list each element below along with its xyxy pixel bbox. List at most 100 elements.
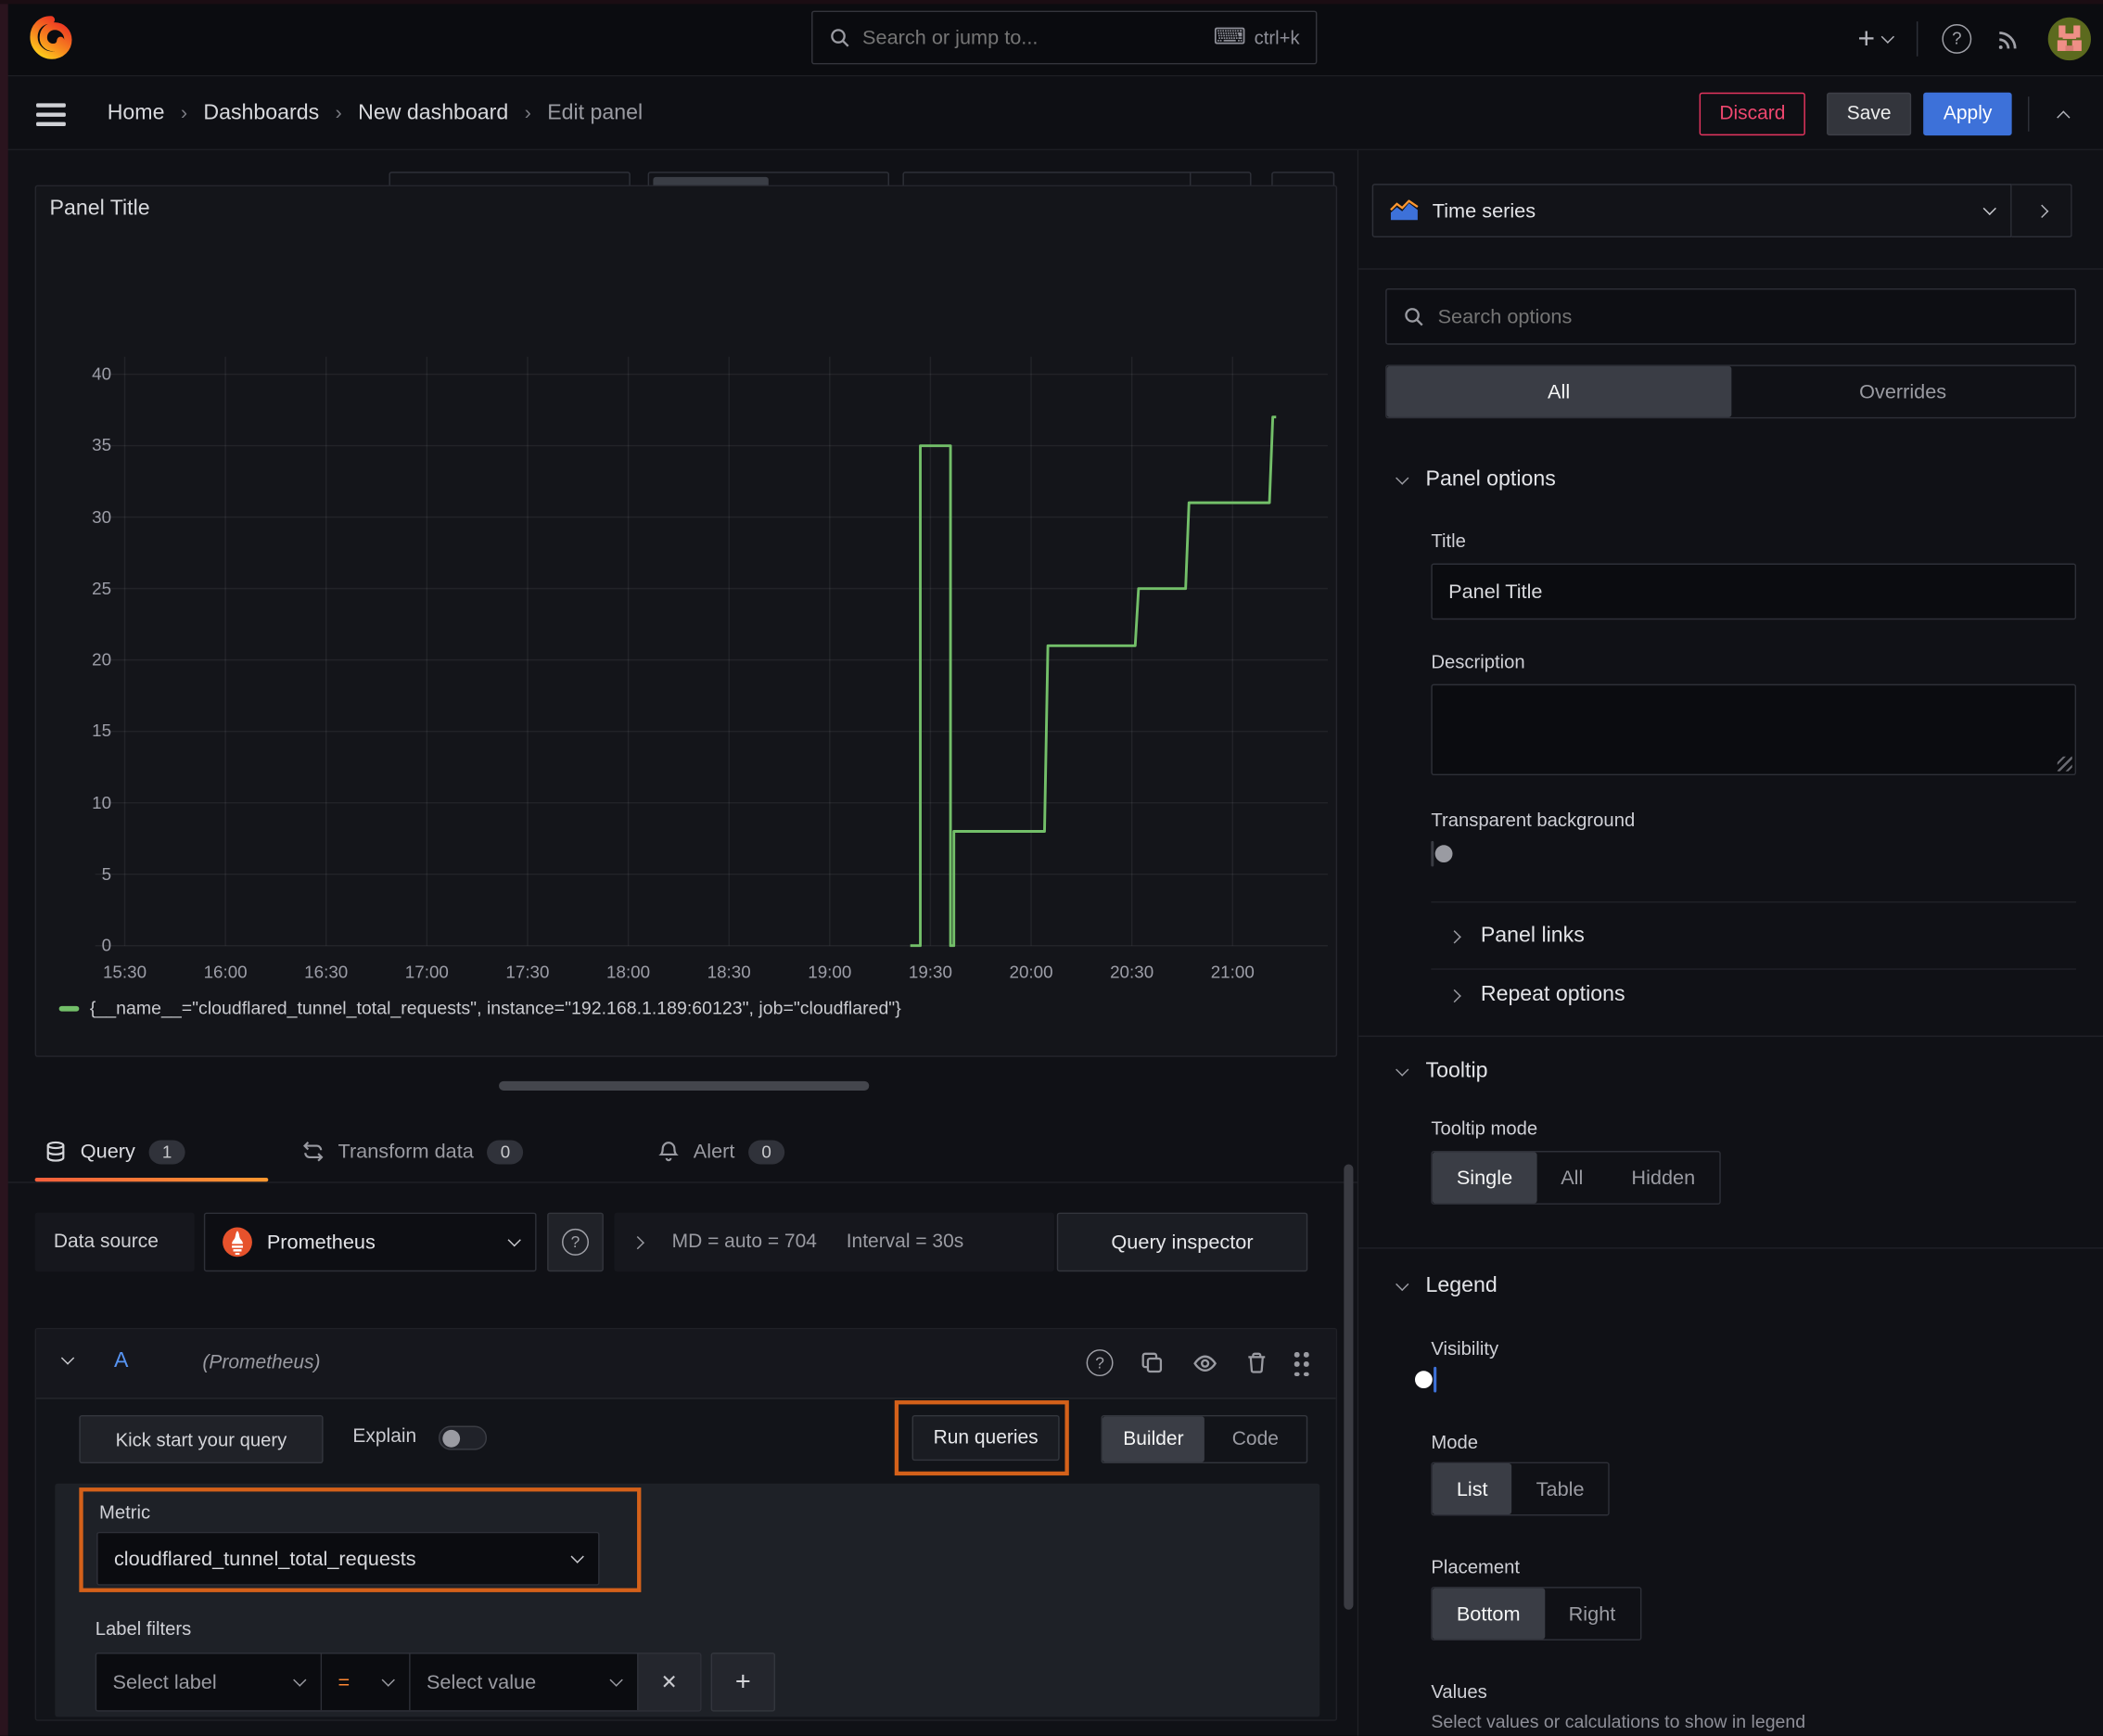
explain-toggle[interactable]	[438, 1425, 488, 1450]
pane-resize-handle[interactable]	[499, 1080, 870, 1091]
breadcrumb-dashboards[interactable]: Dashboards	[203, 101, 319, 125]
tab-query[interactable]: Query 1	[45, 1121, 185, 1181]
breadcrumb-new-dashboard[interactable]: New dashboard	[358, 101, 508, 125]
legend-item[interactable]: {__name__="cloudflared_tunnel_total_requ…	[58, 998, 901, 1018]
help-button[interactable]: ?	[1942, 23, 1972, 54]
panel-title-input[interactable]	[1431, 563, 2077, 620]
tab-overrides[interactable]: Overrides	[1731, 366, 2075, 417]
global-search[interactable]: ⌨ ctrl+k	[811, 10, 1318, 65]
query-ref-id[interactable]: A	[114, 1349, 128, 1373]
tooltip-section-header[interactable]: Tooltip	[1396, 1059, 1488, 1084]
grafana-logo-icon[interactable]	[28, 15, 73, 60]
news-feed-button[interactable]	[1995, 25, 2022, 52]
query-row-card: A (Prometheus) ? Kick start your query E…	[34, 1327, 1338, 1721]
toggle-viz-picker-button[interactable]	[2011, 184, 2072, 238]
remove-filter-button[interactable]: ✕	[638, 1653, 701, 1711]
filter-value-select[interactable]: Select value	[410, 1653, 639, 1711]
y-axis-tick: 0	[101, 935, 112, 955]
plus-icon: +	[1857, 20, 1876, 55]
top-nav: ⌨ ctrl+k + ?	[0, 0, 2103, 77]
datasource-label: Data source	[34, 1212, 195, 1272]
panel-links-section[interactable]: Panel links	[1447, 925, 1585, 949]
x-axis-tick: 20:30	[1110, 962, 1154, 982]
collapse-query-icon[interactable]	[60, 1351, 75, 1365]
query-datasource-hint: (Prometheus)	[202, 1352, 321, 1374]
section-title: Tooltip	[1425, 1059, 1488, 1083]
visualization-picker[interactable]: Time series	[1371, 184, 2012, 238]
drag-handle-icon[interactable]	[1294, 1348, 1309, 1378]
search-icon	[1403, 306, 1424, 327]
query-count-badge: 1	[148, 1139, 185, 1164]
tab-all[interactable]: All	[1386, 365, 1731, 417]
search-input[interactable]	[862, 26, 1202, 49]
user-avatar[interactable]	[2046, 16, 2092, 61]
code-option[interactable]: Code	[1204, 1416, 1306, 1462]
add-filter-button[interactable]: +	[710, 1653, 776, 1712]
divider	[2028, 96, 2030, 132]
kick-start-button[interactable]: Kick start your query	[79, 1414, 324, 1464]
datasource-help-button[interactable]: ?	[547, 1212, 604, 1272]
transparent-bg-toggle[interactable]	[1431, 840, 1434, 867]
legend-table-option[interactable]: Table	[1512, 1463, 1609, 1514]
placement-right-option[interactable]: Right	[1545, 1589, 1640, 1640]
delete-query-button[interactable]	[1242, 1348, 1271, 1378]
tooltip-hidden-option[interactable]: Hidden	[1607, 1152, 1719, 1203]
breadcrumb-home[interactable]: Home	[108, 101, 165, 125]
tab-alert[interactable]: Alert 0	[657, 1121, 785, 1181]
query-row-header[interactable]: A (Prometheus) ?	[36, 1329, 1336, 1399]
datasource-picker[interactable]: Prometheus	[203, 1212, 537, 1272]
placement-bottom-option[interactable]: Bottom	[1432, 1588, 1545, 1640]
y-axis-tick: 15	[92, 721, 112, 741]
builder-code-switch: Builder Code	[1101, 1414, 1308, 1464]
time-series-chart[interactable]	[36, 186, 1337, 1057]
chevron-right-icon[interactable]	[631, 1235, 644, 1249]
options-search-input[interactable]	[1437, 305, 2059, 328]
editor-tabs: Query 1 Transform data 0 Alert 0	[0, 1121, 1359, 1183]
chevron-down-icon	[570, 1550, 584, 1564]
description-textarea[interactable]	[1431, 683, 2077, 776]
panel-preview[interactable]: Panel Title 0 5 10 15 20 25 30 35 40 15:30 16:00 1…	[34, 185, 1338, 1057]
options-search[interactable]	[1385, 287, 2077, 345]
panel-options-header[interactable]: Panel options	[1396, 468, 1556, 492]
breadcrumb-separator: ›	[524, 101, 531, 125]
options-filter-tabs: All Overrides	[1385, 364, 2077, 419]
filter-label-select[interactable]: Select label	[96, 1653, 323, 1711]
tab-transform[interactable]: Transform data 0	[301, 1121, 524, 1181]
apply-button[interactable]: Apply	[1923, 92, 2013, 136]
tooltip-mode-label: Tooltip mode	[1431, 1117, 1538, 1140]
collapse-header-button[interactable]	[2044, 96, 2082, 132]
query-help-button[interactable]: ?	[1085, 1348, 1115, 1378]
filter-operator-select[interactable]: =	[322, 1653, 411, 1711]
breadcrumb: Home › Dashboards › New dashboard › Edit…	[108, 76, 643, 150]
metric-select[interactable]: cloudflared_tunnel_total_requests	[96, 1531, 600, 1586]
y-axis-tick: 5	[101, 863, 112, 884]
add-menu-button[interactable]: +	[1857, 20, 1895, 56]
query-inspector-button[interactable]: Query inspector	[1056, 1212, 1308, 1272]
timeseries-viz-icon	[1390, 199, 1420, 222]
scrollbar-thumb[interactable]	[1344, 1164, 1354, 1610]
legend-visibility-toggle[interactable]	[1434, 1366, 1437, 1393]
duplicate-query-button[interactable]	[1138, 1348, 1167, 1378]
builder-option[interactable]: Builder	[1102, 1416, 1204, 1462]
menu-toggle-icon[interactable]	[36, 103, 66, 131]
metric-label: Metric	[99, 1500, 151, 1523]
save-button[interactable]: Save	[1827, 92, 1912, 136]
panel-title: Panel Title	[49, 197, 150, 221]
discard-button[interactable]: Discard	[1699, 92, 1806, 136]
resize-grip-icon[interactable]	[2057, 756, 2072, 772]
tooltip-all-option[interactable]: All	[1536, 1152, 1607, 1203]
toggle-visibility-button[interactable]	[1190, 1348, 1219, 1378]
chevron-down-icon	[1880, 29, 1895, 44]
breadcrumb-separator: ›	[180, 101, 188, 125]
help-icon: ?	[1952, 28, 1962, 49]
tooltip-mode-switch: Single All Hidden	[1431, 1151, 1721, 1205]
tooltip-single-option[interactable]: Single	[1432, 1152, 1537, 1204]
max-data-points-stat: MD = auto = 704	[671, 1231, 817, 1253]
repeat-options-section[interactable]: Repeat options	[1447, 983, 1625, 1007]
run-queries-button[interactable]: Run queries	[911, 1414, 1060, 1462]
window-edge	[0, 0, 8, 1736]
divider	[1431, 901, 2077, 903]
plus-icon: +	[734, 1666, 751, 1697]
legend-section-header[interactable]: Legend	[1396, 1274, 1498, 1298]
legend-list-option[interactable]: List	[1432, 1463, 1512, 1515]
